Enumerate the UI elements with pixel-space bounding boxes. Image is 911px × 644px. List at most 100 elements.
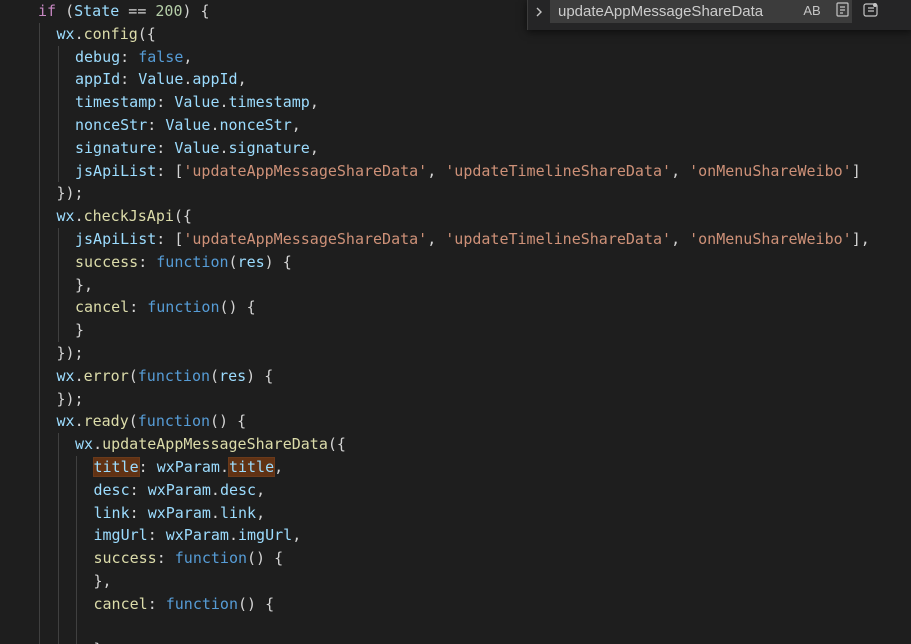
indent-guide [57, 296, 59, 320]
indent-guide [57, 478, 59, 502]
code-line[interactable]: appId: Value.appId, [0, 68, 911, 92]
code-token: 'onMenuShareWeibo' [689, 161, 852, 180]
code-line[interactable]: }); [0, 387, 911, 411]
code-token: , [427, 161, 446, 180]
code-line[interactable]: } [0, 638, 911, 644]
code-token: : [ [156, 229, 184, 248]
code-token: () { [210, 412, 247, 431]
code-line[interactable]: cancel: function() { [0, 296, 911, 320]
code-editor[interactable]: if (State == 200) {wx.config({debug: fal… [0, 0, 911, 644]
code-token: wxParam [156, 457, 220, 476]
code-line[interactable]: timestamp: Value.timestamp, [0, 91, 911, 114]
code-line[interactable]: title: wxParam.title, [0, 455, 911, 479]
code-line[interactable]: jsApiList: ['updateAppMessageShareData',… [0, 227, 911, 251]
code-line[interactable]: success: function(res) { [0, 250, 911, 274]
code-token: ready [83, 412, 129, 431]
indent-guide [39, 592, 40, 616]
code-token: State [74, 2, 120, 20]
code-token: imgUrl [238, 526, 293, 545]
code-token: }, [93, 571, 112, 590]
code-token: : [156, 93, 175, 112]
code-line[interactable]: nonceStr: Value.nonceStr, [0, 113, 911, 137]
code-token: success [75, 252, 139, 271]
indent-guide [39, 547, 40, 570]
code-token: res [219, 366, 247, 385]
code-text: wx.config({ [57, 23, 156, 46]
code-line[interactable]: wx.checkJsApi({ [0, 205, 911, 228]
code-token: function [137, 366, 211, 385]
code-line[interactable]: } [0, 319, 911, 342]
code-token: function [156, 252, 229, 271]
code-token: function [174, 549, 248, 568]
code-token: , [309, 138, 319, 157]
code-token: Value [174, 93, 220, 112]
code-line[interactable]: imgUrl: wxParam.imgUrl, [0, 524, 911, 548]
code-line[interactable]: }); [0, 182, 911, 206]
code-token: }); [56, 184, 84, 203]
code-token: appId [75, 70, 121, 89]
match-case-toggle[interactable]: AB [800, 1, 824, 21]
code-token: . [228, 526, 238, 545]
code-token: success [93, 549, 157, 568]
code-token: 'updateAppMessageShareData' [183, 229, 428, 248]
code-token: () { [238, 594, 275, 613]
indent-guide [57, 592, 59, 616]
code-token: : [156, 549, 175, 568]
indent-guide [39, 615, 40, 639]
code-token: , [256, 480, 266, 499]
code-text: }, [94, 570, 112, 593]
code-text: }); [57, 182, 84, 205]
code-token: } [94, 640, 103, 644]
code-token: 'onMenuShareWeibo' [689, 229, 852, 248]
indent-guide [57, 227, 59, 251]
code-token: wx [56, 207, 75, 226]
code-line[interactable]: debug: false, [0, 45, 911, 69]
code-line[interactable]: link: wxParam.link, [0, 501, 911, 525]
code-line[interactable]: desc: wxParam.desc, [0, 478, 911, 502]
code-token: 'updateTimelineShareData' [445, 229, 672, 248]
code-token: : [120, 47, 139, 66]
indent-guide [39, 433, 40, 456]
code-text: desc: wxParam.desc, [94, 479, 266, 502]
code-token: ( [128, 412, 138, 431]
code-token: . [74, 412, 84, 431]
code-token: 'updateTimelineShareData' [445, 161, 672, 180]
code-line[interactable]: }, [0, 273, 911, 297]
code-area[interactable]: if (State == 200) {wx.config({debug: fal… [0, 0, 911, 644]
code-token: : [147, 594, 166, 613]
match-whole-word-toggle[interactable] [834, 1, 852, 21]
code-token: . [219, 138, 229, 157]
code-line[interactable]: }, [0, 569, 911, 593]
code-token: wx [75, 435, 94, 454]
whole-word-icon [836, 2, 849, 17]
code-line[interactable]: }); [0, 341, 911, 365]
code-line[interactable]: success: function() { [0, 547, 911, 570]
code-token: ) { [246, 366, 274, 385]
code-line[interactable]: jsApiList: ['updateAppMessageShareData',… [0, 159, 911, 183]
code-line[interactable]: wx.error(function(res) { [0, 364, 911, 388]
indent-guide [39, 364, 40, 388]
code-token: : [156, 138, 175, 157]
code-token: function [165, 594, 238, 613]
code-text: nonceStr: Value.nonceStr, [75, 114, 301, 137]
code-token: function [147, 298, 220, 317]
code-line[interactable]: signature: Value.signature, [0, 136, 911, 160]
code-token: , [671, 229, 690, 248]
regex-icon [863, 3, 878, 17]
indent-guide [39, 524, 40, 548]
code-token: wxParam [165, 526, 229, 545]
code-line[interactable]: wx.updateAppMessageShareData({ [0, 433, 911, 456]
code-token: ({ [327, 435, 346, 454]
code-token: false [138, 47, 184, 66]
indent-guide [57, 615, 59, 639]
indent-guide [76, 524, 77, 548]
use-regex-toggle[interactable] [861, 1, 881, 21]
code-line[interactable] [0, 615, 911, 639]
code-line[interactable]: wx.ready(function() { [0, 410, 911, 434]
code-token: cancel [75, 298, 130, 317]
code-text: debug: false, [75, 46, 192, 69]
find-toggle-icon[interactable] [533, 2, 547, 22]
indent-guide [39, 387, 40, 411]
code-token: function [137, 412, 211, 431]
code-line[interactable]: cancel: function() { [0, 592, 911, 616]
